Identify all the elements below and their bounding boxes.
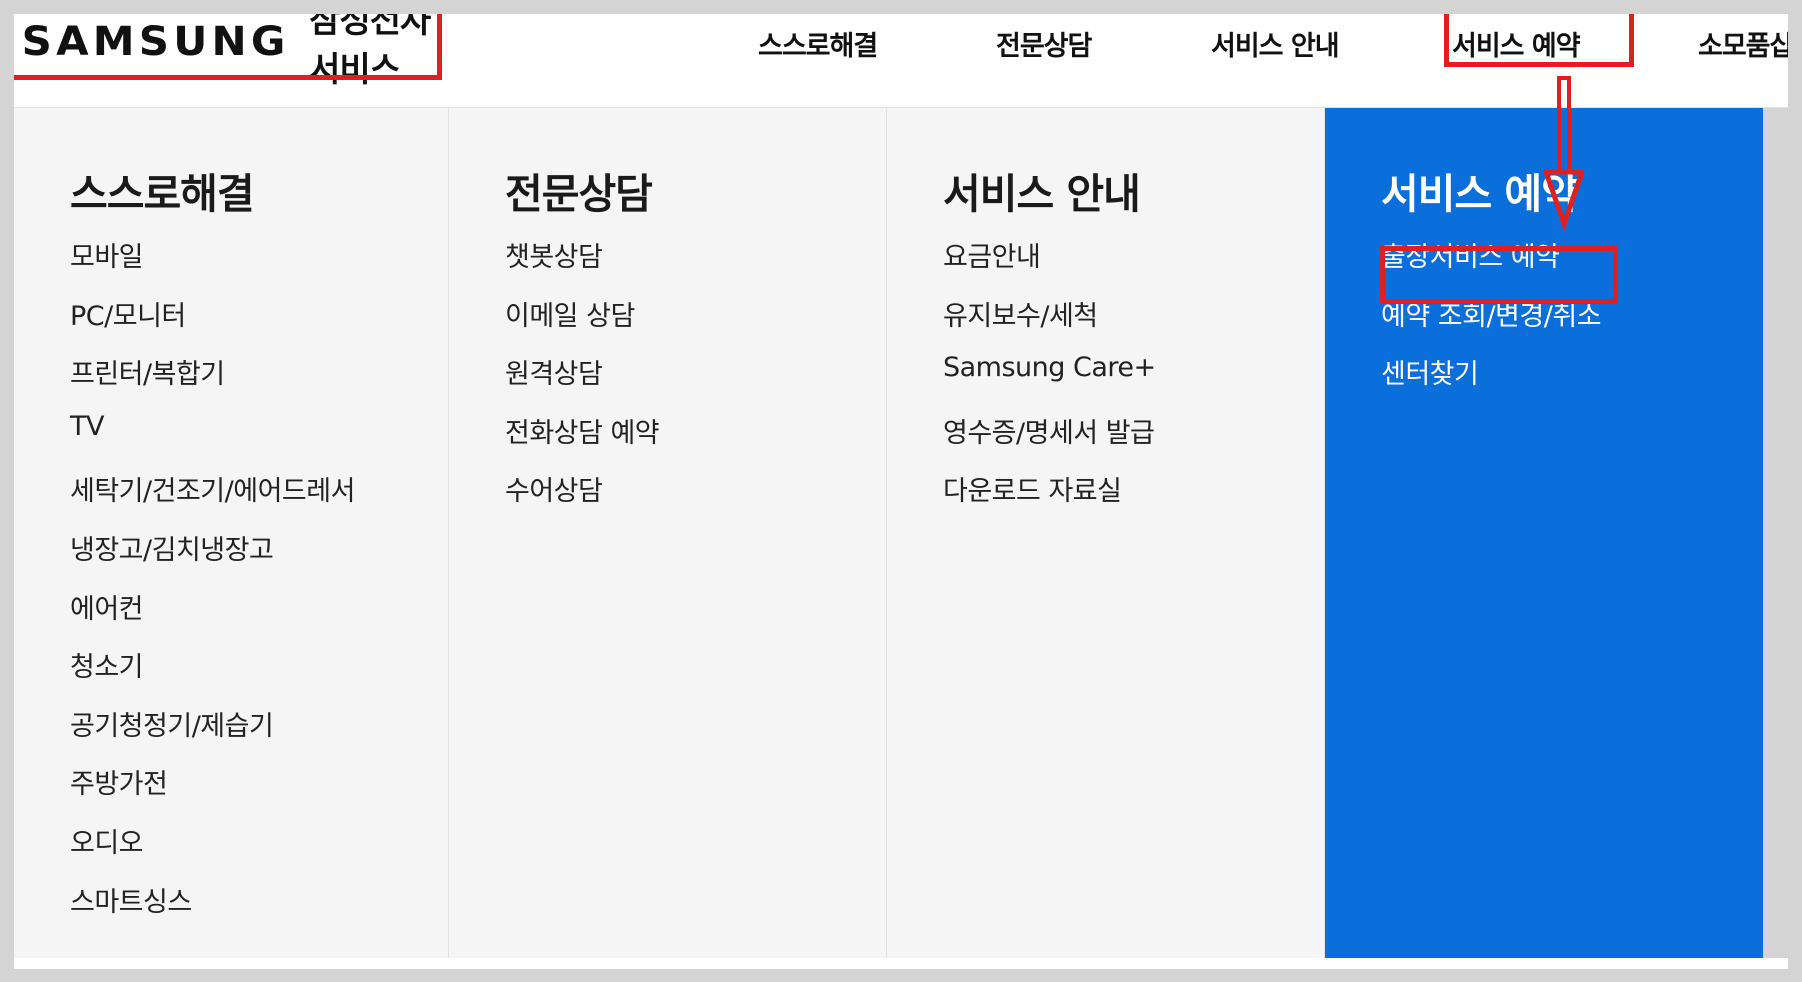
site-header: SAMSUNG 삼성전자서비스 스스로해결 전문상담 서비스 안내 서비스 예약… xyxy=(14,14,1788,108)
menu-column-self-solve: 스스로해결 모바일 PC/모니터 프린터/복합기 TV 세탁기/건조기/에어드레… xyxy=(14,108,449,958)
menu-item[interactable]: 예약 조회/변경/취소 xyxy=(1381,294,1602,353)
menu-item[interactable]: 청소기 xyxy=(70,645,355,704)
menu-item[interactable]: 냉장고/김치냉장고 xyxy=(70,528,355,587)
column-list: 요금안내 유지보수/세척 Samsung Care+ 영수증/명세서 발급 다운… xyxy=(943,235,1156,528)
menu-item[interactable]: 센터찾기 xyxy=(1381,352,1601,411)
page: SAMSUNG 삼성전자서비스 스스로해결 전문상담 서비스 안내 서비스 예약… xyxy=(14,14,1788,969)
menu-column-service-guide: 서비스 안내 요금안내 유지보수/세척 Samsung Care+ 영수증/명세… xyxy=(887,108,1325,958)
menu-item[interactable]: 챗봇상담 xyxy=(505,235,659,294)
menu-item[interactable]: Samsung Care+ xyxy=(943,352,1156,411)
menu-item[interactable]: 모바일 xyxy=(70,235,355,294)
menu-item[interactable]: 유지보수/세척 xyxy=(943,294,1156,353)
menu-item[interactable]: 원격상담 xyxy=(505,352,659,411)
menu-column-expert-consult: 전문상담 챗봇상담 이메일 상담 원격상담 전화상담 예약 수어상담 xyxy=(449,108,887,958)
menu-item[interactable]: 에어컨 xyxy=(70,587,355,646)
column-title[interactable]: 스스로해결 xyxy=(70,160,255,220)
column-title[interactable]: 전문상담 xyxy=(505,160,653,220)
brand-subtitle[interactable]: 삼성전자서비스 xyxy=(309,14,438,91)
menu-item[interactable]: 수어상담 xyxy=(505,469,659,528)
nav-self-solve[interactable]: 스스로해결 xyxy=(758,24,878,63)
mega-menu: 스스로해결 모바일 PC/모니터 프린터/복합기 TV 세탁기/건조기/에어드레… xyxy=(14,108,1788,958)
right-edge-margin xyxy=(1763,108,1788,958)
menu-item[interactable]: 프린터/복합기 xyxy=(70,352,355,411)
menu-item[interactable]: 영수증/명세서 발급 xyxy=(943,411,1156,470)
column-list: 출장서비스 예약 예약 조회/변경/취소 센터찾기 xyxy=(1381,235,1602,411)
menu-item[interactable]: 공기청정기/제습기 xyxy=(70,704,355,763)
menu-item[interactable]: 주방가전 xyxy=(70,762,355,821)
nav-expert-consult[interactable]: 전문상담 xyxy=(996,24,1092,63)
menu-item[interactable]: PC/모니터 xyxy=(70,294,355,353)
menu-item[interactable]: 세탁기/건조기/에어드레서 xyxy=(70,469,355,528)
column-title[interactable]: 서비스 안내 xyxy=(943,160,1141,220)
menu-item[interactable]: 요금안내 xyxy=(943,235,1156,294)
nav-service-reservation[interactable]: 서비스 예약 xyxy=(1452,24,1581,63)
column-list: 챗봇상담 이메일 상담 원격상담 전화상담 예약 수어상담 xyxy=(505,235,660,528)
menu-item[interactable]: TV xyxy=(70,411,355,470)
menu-item[interactable]: 오디오 xyxy=(70,821,355,880)
menu-item[interactable]: 다운로드 자료실 xyxy=(943,469,1156,528)
nav-consumables-shop[interactable]: 소모품샵 xyxy=(1698,24,1788,63)
nav-service-guide[interactable]: 서비스 안내 xyxy=(1211,24,1340,63)
column-list: 모바일 PC/모니터 프린터/복합기 TV 세탁기/건조기/에어드레서 냉장고/… xyxy=(70,235,355,938)
arrow-down-icon xyxy=(1544,76,1584,232)
menu-item[interactable]: 전화상담 예약 xyxy=(505,411,660,470)
menu-item[interactable]: 이메일 상담 xyxy=(505,294,659,353)
samsung-logo[interactable]: SAMSUNG xyxy=(22,19,290,65)
brand[interactable]: SAMSUNG 삼성전자서비스 xyxy=(14,14,438,90)
menu-item[interactable]: 스마트싱스 xyxy=(70,880,355,939)
